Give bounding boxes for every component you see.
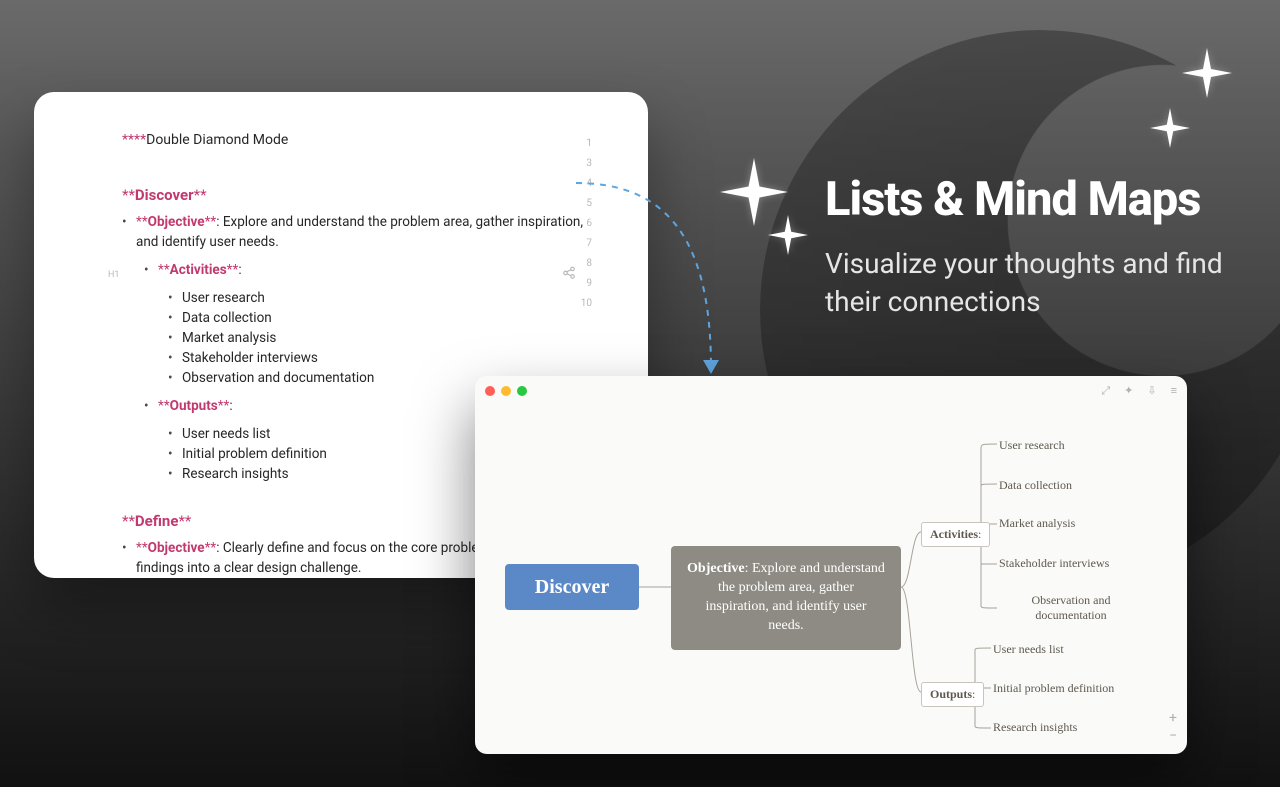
zoom-controls: + −	[1169, 710, 1177, 744]
list-item[interactable]: Market analysis	[168, 328, 590, 348]
document-title: Double Diamond Mode	[146, 132, 288, 148]
list-item[interactable]: **Activities**:	[144, 260, 590, 280]
zoom-in-button[interactable]: +	[1169, 710, 1177, 726]
sparkle-icon	[768, 215, 808, 255]
window-titlebar: ⤢ ✦ ⇩ ≡	[475, 376, 1187, 398]
list-item[interactable]: Data collection	[168, 308, 590, 328]
heading-discover[interactable]: **Discover**	[122, 186, 590, 204]
mindmap-canvas[interactable]: Discover Objective: Explore and understa…	[475, 398, 1187, 746]
mindmap-objective-node[interactable]: Objective: Explore and understand the pr…	[671, 546, 901, 650]
menu-icon[interactable]: ≡	[1171, 384, 1177, 398]
star-icon[interactable]: ✦	[1124, 384, 1133, 398]
mindmap-leaf[interactable]: Research insights	[993, 720, 1077, 735]
list-item[interactable]: **Objective**: Explore and understand th…	[122, 212, 590, 252]
mindmap-activities-node[interactable]: Activities:	[921, 522, 990, 547]
close-icon	[485, 386, 495, 396]
toolbar-icons: ⤢ ✦ ⇩ ≡	[1101, 384, 1177, 398]
zoom-out-button[interactable]: −	[1169, 728, 1177, 744]
hero-title: Lists & Mind Maps	[825, 172, 1240, 227]
mindmap-leaf[interactable]: User needs list	[993, 642, 1064, 657]
mindmap-leaf[interactable]: User research	[999, 438, 1065, 453]
mindmap-window: ⤢ ✦ ⇩ ≡ Discover Objective: Explore and …	[475, 376, 1187, 754]
sparkle-icon	[1150, 108, 1190, 148]
mindmap-leaf[interactable]: Observation and documentation	[1031, 593, 1111, 623]
expand-icon[interactable]: ⤢	[1101, 384, 1110, 398]
hero-section: Lists & Mind Maps Visualize your thought…	[825, 172, 1240, 321]
mindmap-outputs-node[interactable]: Outputs:	[921, 682, 984, 707]
mindmap-leaf[interactable]: Market analysis	[999, 516, 1075, 531]
mindmap-leaf[interactable]: Stakeholder interviews	[999, 556, 1109, 571]
hero-subtitle: Visualize your thoughts and find their c…	[825, 245, 1240, 321]
mindmap-leaf[interactable]: Initial problem definition	[993, 681, 1114, 696]
window-traffic-lights[interactable]	[485, 386, 527, 396]
maximize-icon	[517, 386, 527, 396]
list-item[interactable]: User research	[168, 288, 590, 308]
minimize-icon	[501, 386, 511, 396]
download-icon[interactable]: ⇩	[1147, 384, 1156, 398]
mindmap-root-node[interactable]: Discover	[505, 564, 639, 610]
heading-level-badge: H1	[108, 270, 119, 280]
markdown-marker: ****	[122, 132, 146, 148]
document-title-line[interactable]: ****Double Diamond Mode	[122, 130, 590, 150]
list-item[interactable]: Stakeholder interviews	[168, 348, 590, 368]
mindmap-leaf[interactable]: Data collection	[999, 478, 1072, 493]
sparkle-icon	[1182, 48, 1232, 98]
